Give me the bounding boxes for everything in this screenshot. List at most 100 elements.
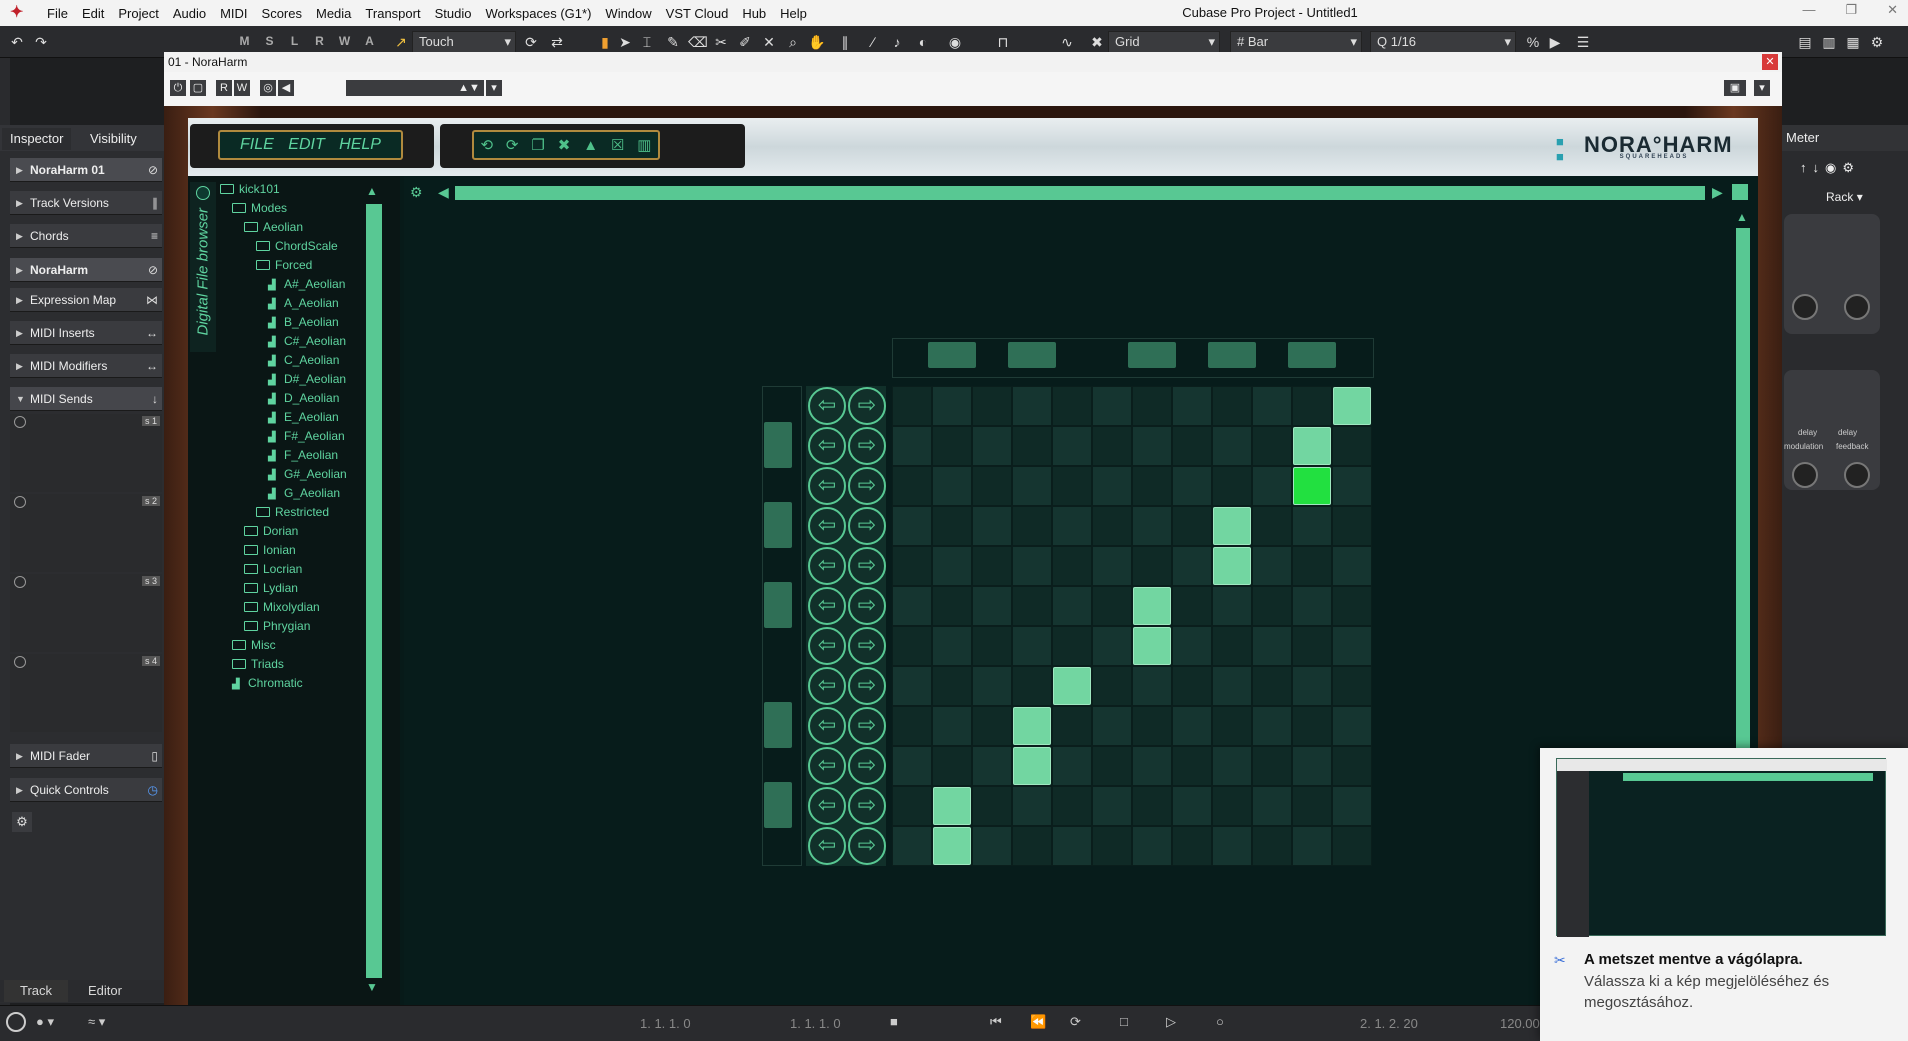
menu-item[interactable]: Audio xyxy=(166,6,213,21)
grid-cell[interactable] xyxy=(1052,546,1092,586)
read-button[interactable]: R xyxy=(216,80,232,96)
grid-cell[interactable] xyxy=(1132,706,1172,746)
menu-item[interactable]: File xyxy=(40,6,75,21)
grid-type-select[interactable]: # Bar ▾ xyxy=(1230,31,1362,53)
note-block[interactable] xyxy=(1293,427,1331,465)
grid-cell[interactable] xyxy=(1172,666,1212,706)
grid-cell[interactable] xyxy=(1012,786,1052,826)
constrain-delay-icon[interactable]: ⟳ xyxy=(522,32,540,52)
grid-cell[interactable] xyxy=(1172,706,1212,746)
grid-cell[interactable] xyxy=(1052,506,1092,546)
menu-item[interactable]: Scores xyxy=(255,6,309,21)
grid-cell[interactable] xyxy=(932,386,972,426)
scissors-icon[interactable]: ✂ xyxy=(712,32,730,52)
bypass-icon[interactable]: ▢ xyxy=(190,80,206,96)
preset-icon[interactable]: ◎ xyxy=(260,80,276,96)
grid-cell[interactable] xyxy=(892,706,932,746)
clear-icon[interactable]: ☒ xyxy=(611,136,624,154)
folder-item[interactable]: Restricted xyxy=(256,505,329,519)
arrow-right-icon[interactable]: ⇨ xyxy=(848,827,886,865)
cycle-icon[interactable]: ⟳ xyxy=(1070,1014,1081,1030)
grid-cell[interactable] xyxy=(892,466,932,506)
folder-item[interactable]: Phrygian xyxy=(244,619,310,633)
settings-icon[interactable]: ⚙ xyxy=(1868,32,1886,52)
undo-icon[interactable]: ⟲ xyxy=(480,136,493,154)
state-button-l[interactable]: L xyxy=(282,34,307,48)
power-icon[interactable]: ⏻ xyxy=(170,80,186,96)
grid-cell[interactable] xyxy=(972,626,1012,666)
snap-toggle-icon[interactable]: ∿ xyxy=(1058,32,1076,52)
section-track-versions[interactable]: ▶ Track Versions ∥ xyxy=(10,191,162,215)
grid-cell[interactable] xyxy=(1252,546,1292,586)
state-button-a[interactable]: A xyxy=(357,34,382,48)
grid-cell[interactable] xyxy=(1092,586,1132,626)
column-button[interactable] xyxy=(1128,342,1176,368)
grid-cell[interactable] xyxy=(972,546,1012,586)
grid-cell[interactable] xyxy=(1172,546,1212,586)
grid-cell[interactable] xyxy=(1252,626,1292,666)
copy-icon[interactable]: ❐ xyxy=(531,136,544,154)
position-display[interactable]: 2. 1. 2. 20 xyxy=(1360,1016,1418,1031)
grid-cell[interactable] xyxy=(1052,786,1092,826)
grid-cell[interactable] xyxy=(1292,666,1332,706)
grid-cell[interactable] xyxy=(892,586,932,626)
grid-cell[interactable] xyxy=(1012,546,1052,586)
snap-mode-icon[interactable]: ⊓ xyxy=(994,32,1012,52)
grid-cell[interactable] xyxy=(932,426,972,466)
iterative-quantize-icon[interactable]: % xyxy=(1524,32,1542,52)
grid-cell[interactable] xyxy=(1092,466,1132,506)
folder-item[interactable]: Dorian xyxy=(244,524,298,538)
grid-cell[interactable] xyxy=(1292,746,1332,786)
column-button[interactable] xyxy=(1208,342,1256,368)
grid-cell[interactable] xyxy=(1012,466,1052,506)
arrow-right-icon[interactable]: ⇨ xyxy=(848,627,886,665)
horizontal-scrollbar[interactable] xyxy=(455,186,1705,200)
power-icon[interactable] xyxy=(14,496,26,508)
scroll-up-icon[interactable]: ▲ xyxy=(1736,210,1748,224)
grid-cell[interactable] xyxy=(1012,386,1052,426)
menu-item[interactable]: Window xyxy=(598,6,658,21)
folder-item[interactable]: Ionian xyxy=(244,543,296,557)
grid-cell[interactable] xyxy=(1052,706,1092,746)
scale-item[interactable]: ▟ B_Aeolian xyxy=(268,315,339,329)
arrow-right-icon[interactable]: ⇨ xyxy=(848,587,886,625)
arrow-right-icon[interactable]: ⇨ xyxy=(848,547,886,585)
grid-cell[interactable] xyxy=(1332,706,1372,746)
scale-item[interactable]: ▟ G_Aeolian xyxy=(268,486,340,500)
grid-cell[interactable] xyxy=(1092,666,1132,706)
send-slot[interactable]: s 3 xyxy=(10,574,162,652)
speaker-icon[interactable]: ♪ xyxy=(888,32,906,52)
grid-cell[interactable] xyxy=(1332,666,1372,706)
waveform-icon[interactable]: ≈ ▾ xyxy=(88,1014,105,1030)
row-button[interactable] xyxy=(764,422,792,468)
grid-cell[interactable] xyxy=(972,586,1012,626)
menu-item[interactable]: Media xyxy=(309,6,358,21)
scale-item[interactable]: ▟ F_Aeolian xyxy=(268,448,338,462)
arrow-left-icon[interactable]: ⇦ xyxy=(808,387,846,425)
grid-cell[interactable] xyxy=(1332,746,1372,786)
lock-icon[interactable]: ▲ xyxy=(583,137,598,154)
menu-item[interactable]: Hub xyxy=(735,6,773,21)
grid-cell[interactable] xyxy=(892,386,932,426)
quantize-apply-icon[interactable]: ▶ xyxy=(1546,32,1564,52)
grid-cell[interactable] xyxy=(1172,746,1212,786)
quantize-select[interactable]: Q 1/16 ▾ xyxy=(1370,31,1516,53)
arrow-right-icon[interactable]: ⇨ xyxy=(848,427,886,465)
column-button[interactable] xyxy=(1288,342,1336,368)
menu-item[interactable]: MIDI xyxy=(213,6,254,21)
grid-cell[interactable] xyxy=(972,386,1012,426)
glue-icon[interactable]: ✐ xyxy=(736,32,754,52)
automation-icon[interactable]: ↗ xyxy=(392,32,410,52)
grid-cell[interactable] xyxy=(1092,746,1132,786)
grid-cell[interactable] xyxy=(932,746,972,786)
rack-knob[interactable] xyxy=(1792,294,1818,320)
close-icon[interactable]: ✕ xyxy=(1762,54,1778,70)
grid-cell[interactable] xyxy=(1172,586,1212,626)
grid-cell[interactable] xyxy=(1252,746,1292,786)
write-button[interactable]: W xyxy=(234,80,250,96)
grid-cell[interactable] xyxy=(1212,586,1252,626)
arrow-right-icon[interactable]: ⇨ xyxy=(848,747,886,785)
grid-cell[interactable] xyxy=(1332,786,1372,826)
grid-cell[interactable] xyxy=(932,666,972,706)
grid-cell[interactable] xyxy=(972,826,1012,866)
